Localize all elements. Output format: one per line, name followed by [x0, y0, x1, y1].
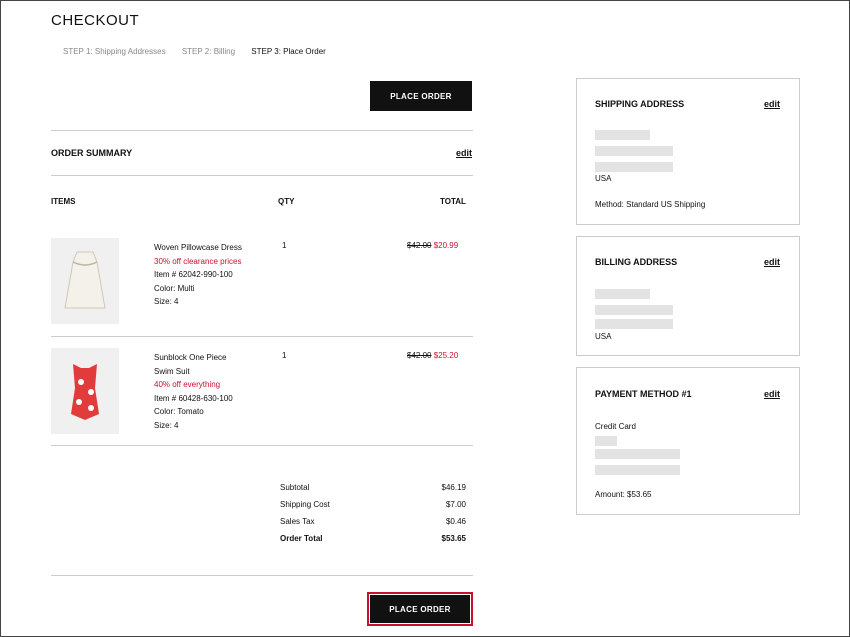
item-promo: 30% off clearance prices	[154, 256, 242, 266]
billing-address-edit-link[interactable]: edit	[764, 257, 780, 267]
item-color: Color: Multi	[154, 283, 195, 293]
place-order-button-bottom[interactable]: PLACE ORDER	[370, 595, 470, 623]
item-qty: 1	[282, 351, 287, 360]
item-promo: 40% off everything	[154, 380, 221, 390]
item-new-price: $20.99	[433, 241, 459, 250]
sales-tax-label: Sales Tax	[280, 517, 315, 526]
redacted-text	[595, 130, 650, 140]
redacted-text	[595, 162, 673, 172]
item-qty: 1	[282, 241, 287, 250]
redacted-text	[595, 289, 650, 299]
payment-method-card: PAYMENT METHOD #1 edit Credit Card Amoun…	[576, 367, 800, 515]
item-name[interactable]: Woven Pillowcase Dress	[154, 241, 242, 255]
shipping-country: USA	[595, 174, 612, 183]
shipping-cost-value: $7.00	[445, 500, 466, 509]
item-size: Size: 4	[154, 420, 179, 430]
totals-block: Subtotal $46.19 Shipping Cost $7.00 Sale…	[280, 479, 466, 547]
item-size: Size: 4	[154, 297, 179, 307]
item-name[interactable]: Sunblock One Piece	[154, 351, 233, 365]
shipping-address-card: SHIPPING ADDRESS edit USA Method: Standa…	[576, 78, 800, 225]
order-total-label: Order Total	[280, 534, 323, 543]
billing-address-title: BILLING ADDRESS	[595, 257, 678, 267]
item-name-line2[interactable]: Swim Suit	[154, 365, 233, 379]
item-number: Item # 60428-630-100	[154, 393, 233, 403]
divider	[51, 175, 473, 176]
payment-method-title: PAYMENT METHOD #1	[595, 389, 692, 399]
payment-method-edit-link[interactable]: edit	[764, 389, 780, 399]
item-number: Item # 62042-990-100	[154, 270, 233, 280]
dress-image	[64, 251, 106, 309]
payment-amount: Amount: $53.65	[595, 490, 652, 499]
redacted-text	[595, 436, 617, 446]
divider	[51, 130, 473, 131]
shipping-address-title: SHIPPING ADDRESS	[595, 99, 685, 109]
payment-type: Credit Card	[595, 422, 636, 431]
step-shipping[interactable]: STEP 1: Shipping Addresses	[63, 47, 166, 56]
step-billing[interactable]: STEP 2: Billing	[182, 47, 235, 56]
item-details: Sunblock One Piece Swim Suit 40% off eve…	[154, 351, 233, 433]
shipping-address-edit-link[interactable]: edit	[764, 99, 780, 109]
redacted-text	[595, 305, 673, 315]
sales-tax-value: $0.46	[445, 517, 466, 526]
shipping-method: Method: Standard US Shipping	[595, 200, 706, 209]
redacted-text	[595, 465, 680, 475]
billing-country: USA	[595, 332, 612, 341]
step-place-order: STEP 3: Place Order	[251, 47, 326, 56]
shipping-cost-label: Shipping Cost	[280, 500, 330, 509]
items-header: ITEMS	[51, 197, 76, 206]
redacted-text	[595, 146, 673, 156]
billing-address-card: BILLING ADDRESS edit USA	[576, 236, 800, 356]
divider	[51, 336, 473, 337]
redacted-text	[595, 449, 680, 459]
item-old-price: $42.00	[407, 241, 432, 250]
item-price: $42.00 $25.20	[407, 351, 458, 360]
order-summary-title: ORDER SUMMARY	[51, 148, 133, 158]
total-header: TOTAL	[440, 197, 466, 206]
divider	[51, 575, 473, 576]
swimsuit-image	[71, 364, 99, 420]
place-order-button-top[interactable]: PLACE ORDER	[370, 81, 472, 111]
item-thumbnail-swimsuit[interactable]	[51, 348, 119, 434]
page-title: CHECKOUT	[51, 12, 140, 29]
item-old-price: $42.00	[407, 351, 432, 360]
checkout-steps: STEP 1: Shipping Addresses STEP 2: Billi…	[63, 47, 340, 56]
subtotal-value: $46.19	[441, 483, 466, 492]
order-total-value: $53.65	[441, 534, 466, 543]
redacted-text	[595, 319, 673, 329]
item-color: Color: Tomato	[154, 407, 204, 417]
item-thumbnail-dress[interactable]	[51, 238, 119, 324]
item-price: $42.00 $20.99	[407, 241, 458, 250]
divider	[51, 445, 473, 446]
subtotal-label: Subtotal	[280, 483, 310, 492]
item-details: Woven Pillowcase Dress 30% off clearance…	[154, 241, 242, 309]
qty-header: QTY	[278, 197, 295, 206]
item-new-price: $25.20	[433, 351, 459, 360]
order-summary-edit-link[interactable]: edit	[456, 148, 472, 158]
